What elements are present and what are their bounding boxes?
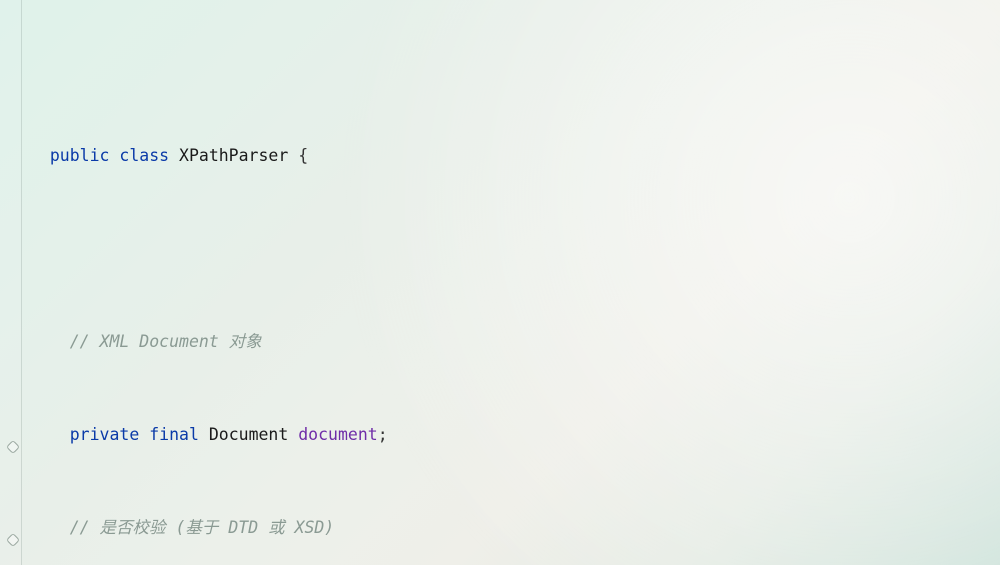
code-editor[interactable]: public class XPathParser { // XML Docume… — [0, 0, 1000, 565]
blank-line — [30, 233, 1000, 264]
brace: { — [288, 146, 308, 165]
comment: // XML Document 对象 — [30, 326, 1000, 357]
keyword-final: final — [149, 425, 199, 444]
fold-marker-icon[interactable] — [6, 440, 20, 454]
class-name: XPathParser — [179, 146, 288, 165]
comment: // 是否校验 (基于 DTD 或 XSD) — [30, 512, 1000, 543]
keyword-class: class — [119, 146, 169, 165]
keyword-public: public — [50, 146, 110, 165]
field-decl: private final Document document; — [30, 419, 1000, 450]
semicolon: ; — [378, 425, 388, 444]
gutter — [0, 0, 22, 565]
type: Document — [209, 425, 288, 444]
keyword-private: private — [70, 425, 140, 444]
field-name: document — [298, 425, 377, 444]
class-declaration: public class XPathParser { — [30, 140, 1000, 171]
fold-marker-icon[interactable] — [6, 533, 20, 547]
